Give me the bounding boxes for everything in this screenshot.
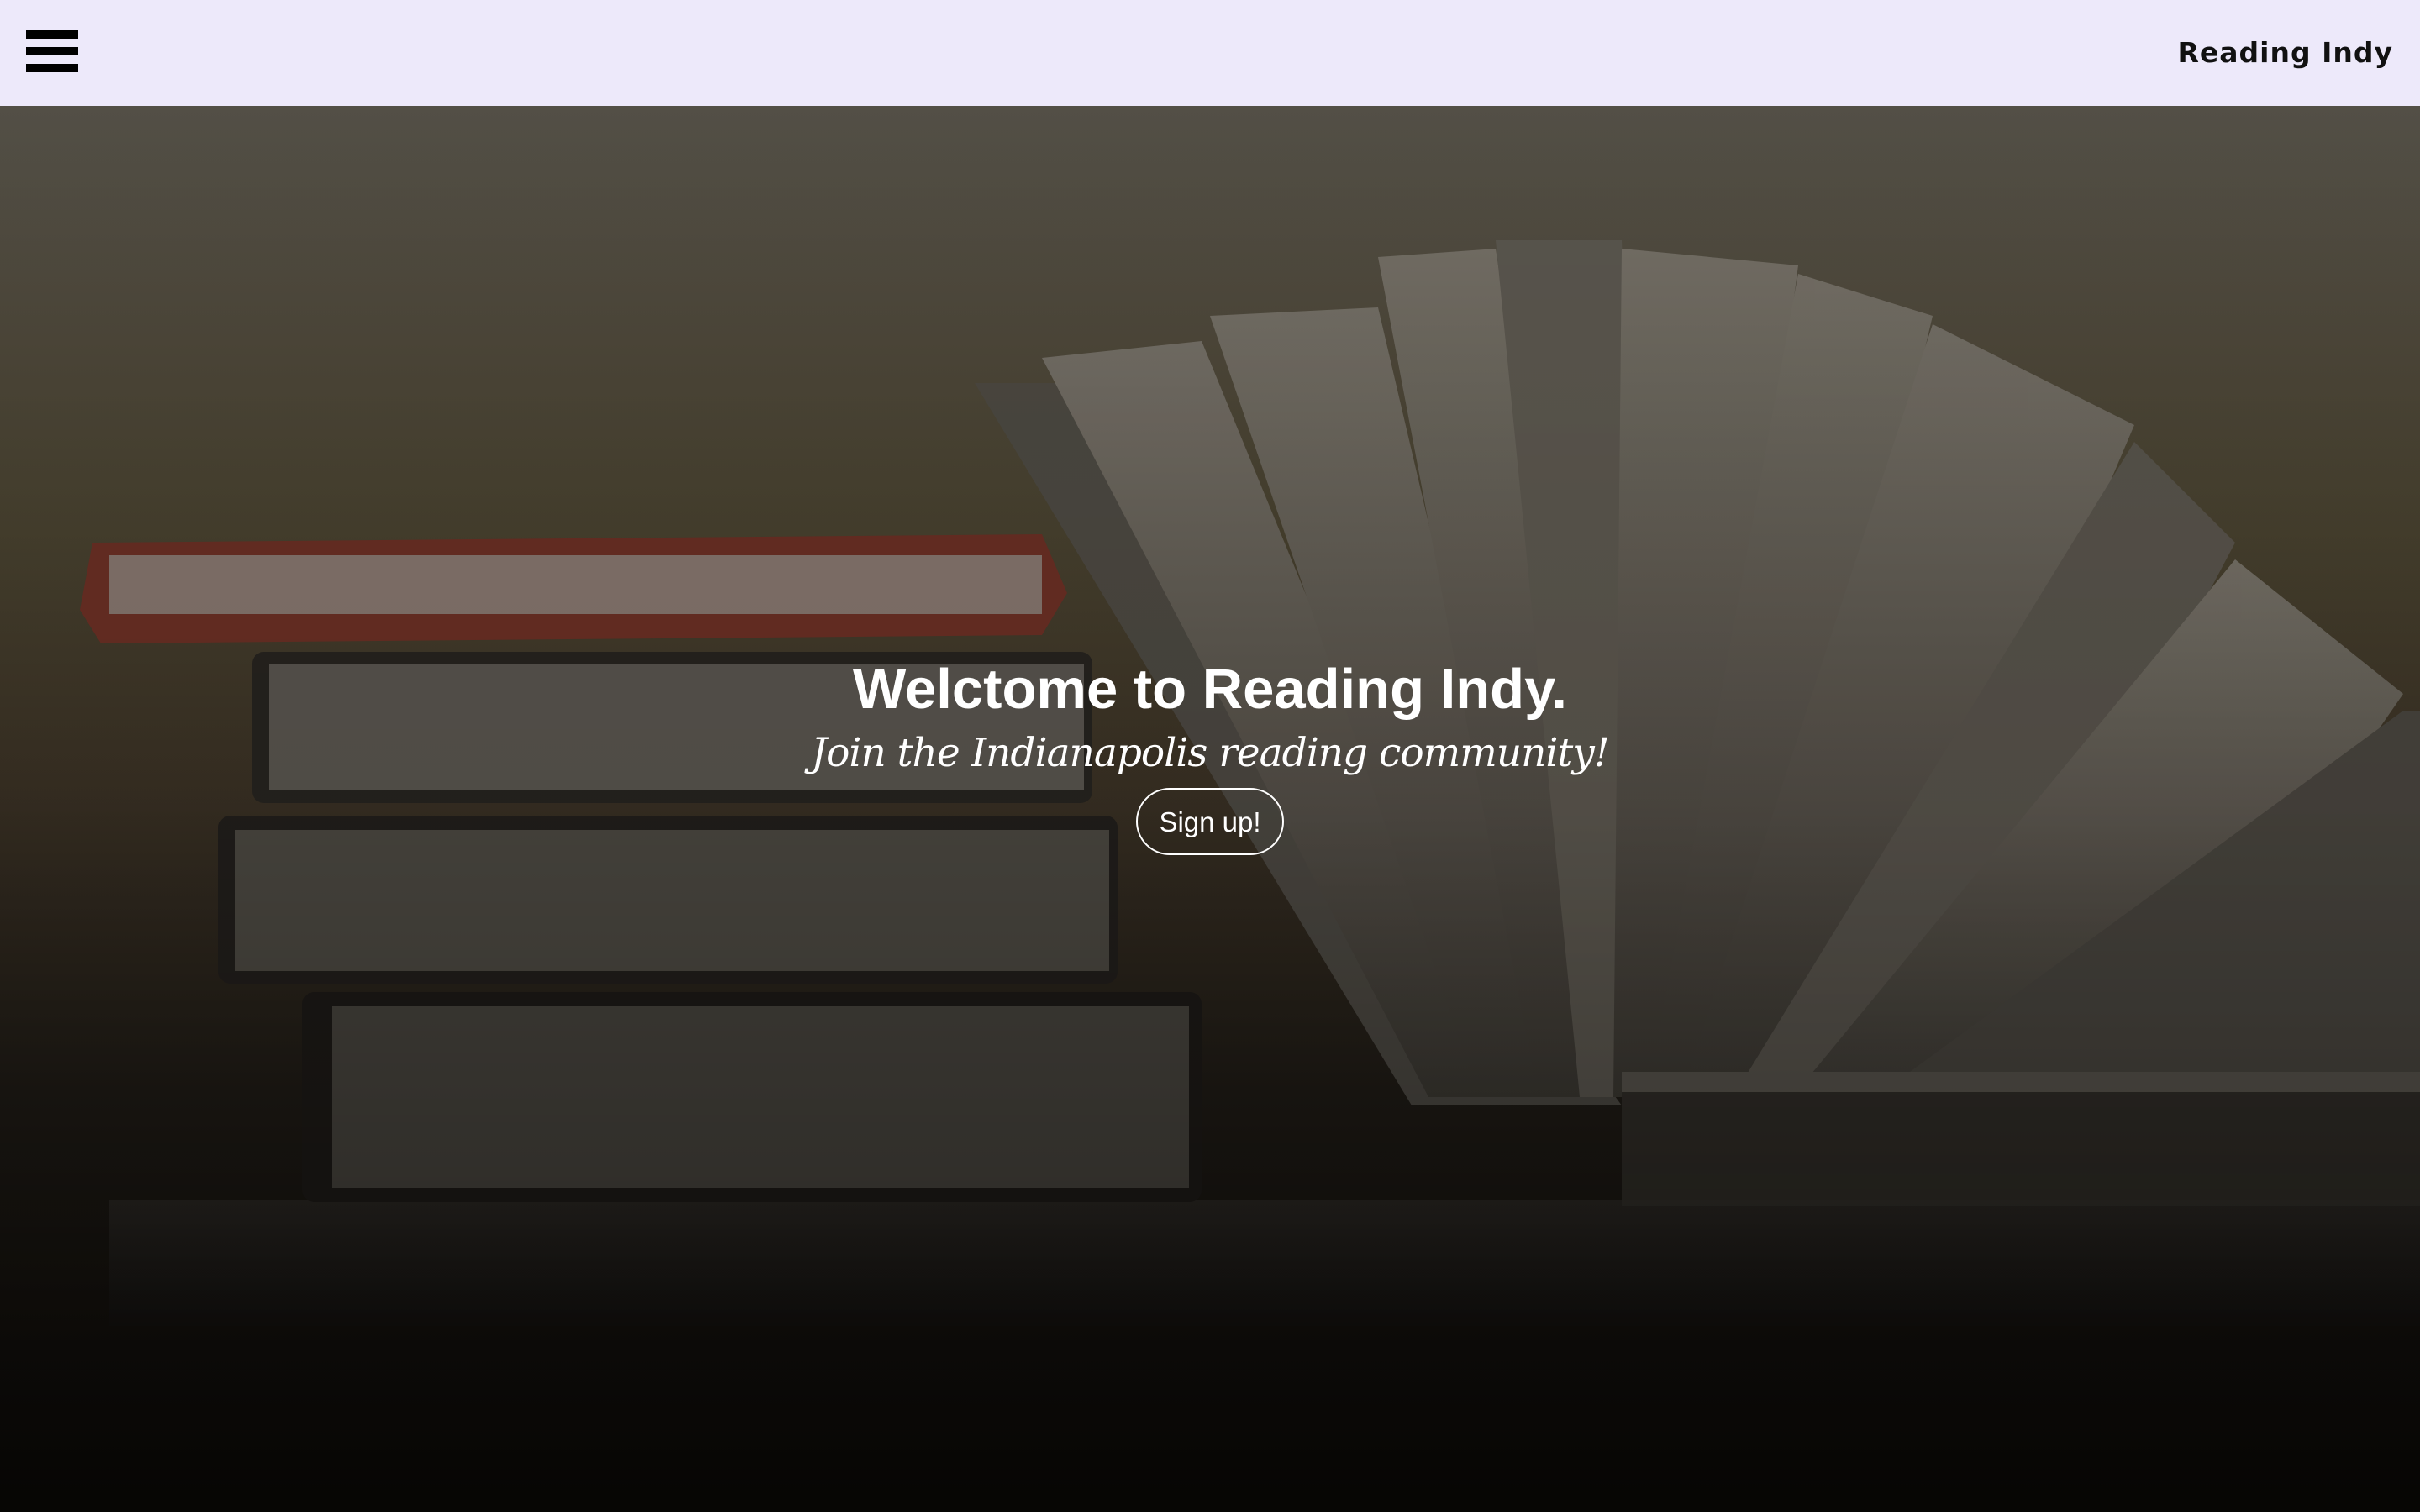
menu-bar-bottom <box>26 64 78 72</box>
menu-bar-middle <box>26 47 78 55</box>
hamburger-menu-icon[interactable] <box>26 30 78 72</box>
hero-section: Welctome to Reading Indy. Join the India… <box>0 106 2420 1512</box>
hero-subtitle: Join the Indianapolis reading community! <box>811 730 1609 776</box>
menu-bar-top <box>26 30 78 39</box>
hero-title: Welctome to Reading Indy. <box>853 658 1567 721</box>
top-navbar: Reading Indy <box>0 0 2420 106</box>
brand-link[interactable]: Reading Indy <box>2177 34 2393 72</box>
signup-button[interactable]: Sign up! <box>1136 788 1284 855</box>
hero-content: Welctome to Reading Indy. Join the India… <box>0 652 2420 855</box>
